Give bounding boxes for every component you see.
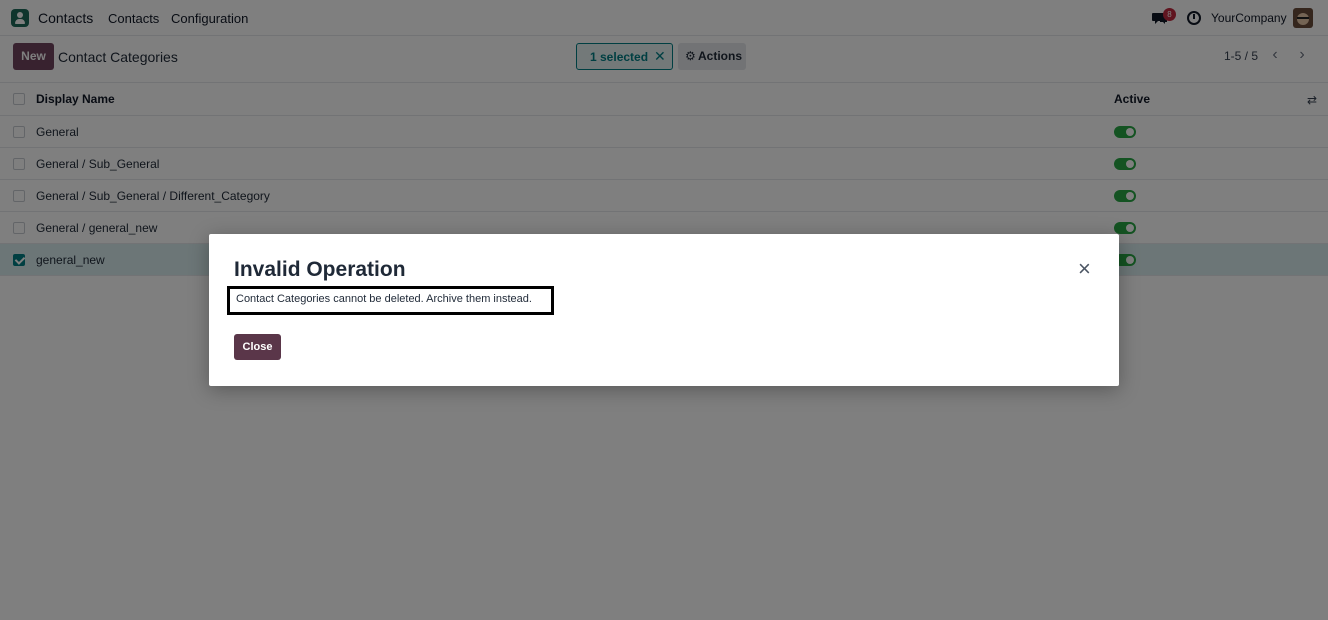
close-icon[interactable]: × bbox=[1078, 258, 1091, 280]
dialog-message: Contact Categories cannot be deleted. Ar… bbox=[227, 286, 554, 315]
close-button[interactable]: Close bbox=[234, 334, 281, 360]
invalid-operation-dialog: Invalid Operation × Contact Categories c… bbox=[209, 234, 1119, 386]
dialog-title: Invalid Operation bbox=[234, 258, 406, 281]
